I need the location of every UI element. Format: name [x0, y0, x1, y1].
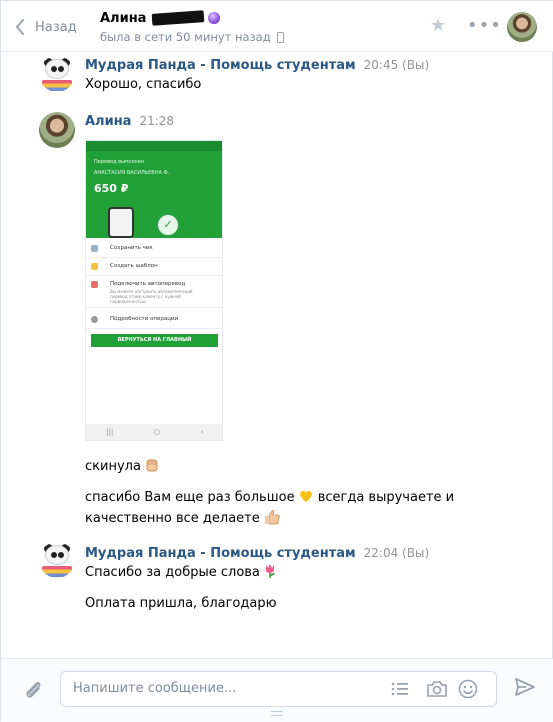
message-time[interactable]: 22:04 (Вы)	[364, 546, 429, 560]
star-icon[interactable]: ★	[430, 17, 446, 35]
tulip-emoji	[263, 563, 277, 586]
thumbs-up-emoji	[263, 509, 281, 532]
autopay-icon	[91, 281, 98, 288]
back-button[interactable]: Назад	[15, 15, 77, 39]
back-label: Назад	[35, 19, 77, 35]
message-input[interactable]: Напишите сообщение...	[60, 671, 497, 707]
receipt-icon	[91, 245, 98, 252]
yellow-heart-emoji	[298, 488, 314, 511]
camera-icon[interactable]	[426, 680, 448, 698]
message-author[interactable]: Мудрая Панда - Помощь студентам	[85, 546, 356, 561]
menu-item: Подробности операции	[110, 316, 179, 322]
avatar[interactable]	[39, 542, 75, 578]
android-nav-bar: ||| ○ ‹	[86, 424, 222, 440]
peer-name: Алина	[100, 10, 147, 26]
message-text: скинула	[85, 456, 160, 480]
more-icon[interactable]: •••	[467, 17, 502, 35]
raised-fist-emoji	[144, 457, 160, 480]
avatar[interactable]	[39, 56, 75, 92]
peer-avatar[interactable]	[507, 12, 537, 42]
screenshot-attachment[interactable]: Перевод выполнен АНАСТАСИЯ ВАСИЛЬЕВНА Ф.…	[85, 140, 223, 441]
phone-illustration	[108, 207, 134, 238]
message-time[interactable]: 20:45 (Вы)	[364, 58, 429, 72]
paperclip-icon[interactable]	[22, 678, 46, 702]
message-input-placeholder: Напишите сообщение...	[73, 681, 237, 696]
message-text: Оплата пришла, благодарю	[85, 596, 277, 611]
message-time[interactable]: 21:28	[139, 114, 174, 128]
send-icon[interactable]	[514, 677, 536, 697]
transfer-recipient: АНАСТАСИЯ ВАСИЛЬЕВНА Ф.	[94, 170, 170, 176]
message-author[interactable]: Алина	[85, 114, 131, 129]
menu-item: Создать шаблон	[110, 263, 158, 269]
avatar[interactable]	[39, 112, 75, 148]
message-text: качественно все делаете	[85, 508, 281, 532]
autopay-hint: Вы можете настроить автоматический перев…	[110, 289, 193, 304]
chat-window: Назад Алина была в сети 50 минут назад ★…	[0, 0, 553, 722]
smile-icon[interactable]	[458, 679, 478, 699]
crystal-ball-emoji	[208, 12, 221, 24]
transfer-amount: 650 ₽	[94, 182, 129, 195]
resize-grip[interactable]	[271, 711, 283, 716]
template-star-icon	[91, 263, 98, 270]
chat-header: Назад Алина была в сети 50 минут назад ★…	[1, 1, 553, 52]
transfer-status: Перевод выполнен	[94, 159, 145, 165]
back-arrow-icon	[16, 19, 24, 35]
redacted-surname	[152, 10, 205, 26]
menu-item: Подключить автоперевод	[110, 281, 186, 287]
info-icon	[91, 316, 98, 323]
check-icon: ✓	[156, 213, 180, 237]
phone-icon	[276, 31, 284, 43]
return-button: ВЕРНУТЬСЯ НА ГЛАВНЫЙ	[91, 334, 218, 347]
template-list-icon[interactable]	[391, 681, 409, 697]
message-text: Хорошо, спасибо	[85, 77, 202, 92]
transfer-banner: Перевод выполнен АНАСТАСИЯ ВАСИЛЬЕВНА Ф.…	[86, 141, 222, 238]
peer-info[interactable]: Алина была в сети 50 минут назад	[100, 9, 284, 44]
message-text: Спасибо за добрые слова	[85, 562, 277, 586]
menu-item: Сохранить чек	[110, 245, 153, 251]
message-author[interactable]: Мудрая Панда - Помощь студентам	[85, 58, 356, 73]
peer-status: была в сети 50 минут назад	[100, 30, 271, 44]
